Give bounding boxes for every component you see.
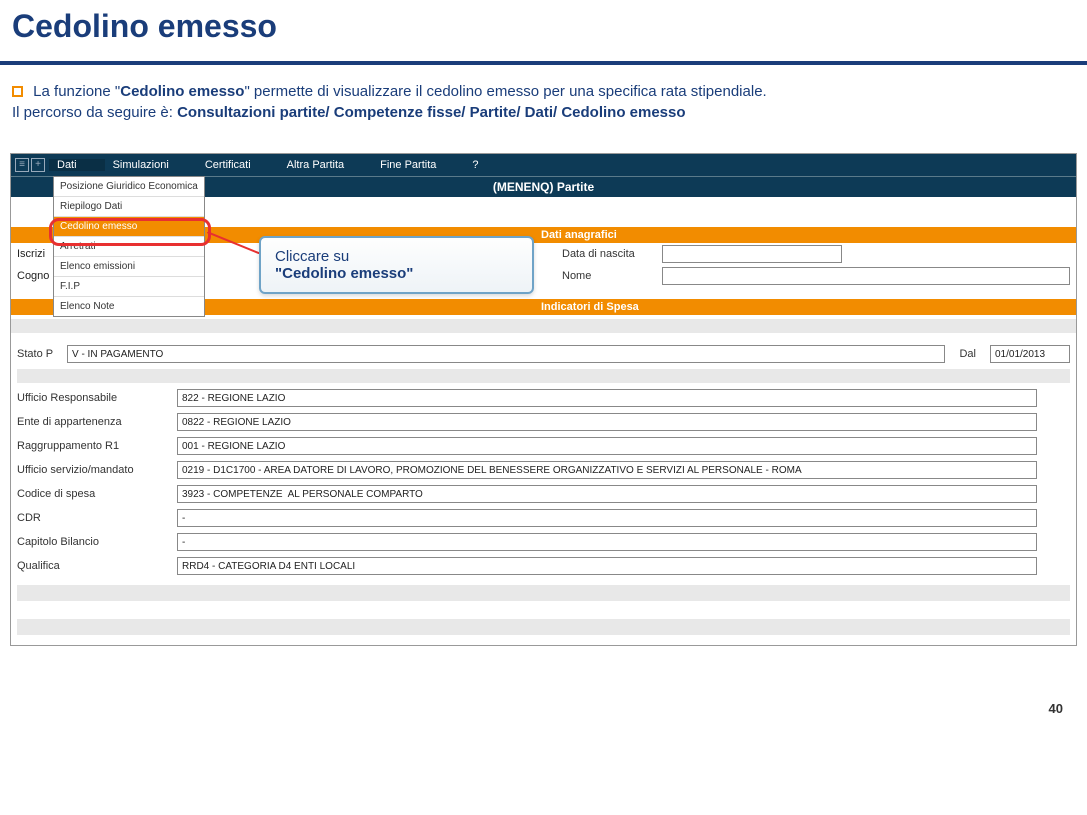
- sys-icon[interactable]: ≡: [15, 158, 29, 172]
- field-uff-serv[interactable]: [177, 461, 1037, 479]
- menu-simulazioni[interactable]: Simulazioni: [105, 159, 197, 171]
- dropdown-item[interactable]: F.I.P: [54, 277, 204, 297]
- grey-strip: [17, 369, 1070, 383]
- label-cdr: CDR: [17, 512, 167, 524]
- dropdown-item[interactable]: Posizione Giuridico Economica: [54, 177, 204, 197]
- dati-dropdown: Posizione Giuridico Economica Riepilogo …: [53, 176, 205, 317]
- field-dal[interactable]: [990, 345, 1070, 363]
- menu-altra-partita[interactable]: Altra Partita: [279, 159, 372, 171]
- page-title: Cedolino emesso: [0, 0, 1087, 51]
- form-area: Stato P Dal Ufficio Responsabile Ente di…: [11, 335, 1076, 645]
- label-nome: Nome: [562, 270, 652, 282]
- row-qualifica: Qualifica: [17, 557, 1070, 575]
- callout-line2: "Cedolino emesso": [275, 265, 413, 282]
- field-nome[interactable]: [662, 267, 1070, 285]
- row-cap: Capitolo Bilancio: [17, 533, 1070, 551]
- grey-strip: [11, 319, 1076, 333]
- label-qualifica: Qualifica: [17, 560, 167, 572]
- app-screenshot: ≡ + Dati Simulazioni Certificati Altra P…: [10, 153, 1077, 646]
- dropdown-item-cedolino-emesso[interactable]: Cedolino emesso: [54, 217, 204, 237]
- field-uff-resp[interactable]: [177, 389, 1037, 407]
- menu-help[interactable]: ?: [464, 159, 506, 171]
- intro-term: Cedolino emesso: [120, 83, 244, 100]
- row-uff-serv: Ufficio servizio/mandato: [17, 461, 1070, 479]
- dropdown-item[interactable]: Elenco Note: [54, 297, 204, 316]
- menubar: ≡ + Dati Simulazioni Certificati Altra P…: [11, 154, 1076, 176]
- field-cdr[interactable]: [177, 509, 1037, 527]
- row-ente: Ente di appartenenza: [17, 413, 1070, 431]
- row-stato-partita: Stato P Dal: [17, 345, 1070, 363]
- row-cod-spesa: Codice di spesa: [17, 485, 1070, 503]
- callout-box: Cliccare su "Cedolino emesso": [259, 236, 534, 294]
- callout-line1: Cliccare su: [275, 248, 349, 265]
- intro-text: La funzione "Cedolino emesso" permette d…: [0, 81, 1087, 153]
- title-underline: [0, 61, 1087, 65]
- field-cap[interactable]: [177, 533, 1037, 551]
- grey-strip: [17, 619, 1070, 635]
- dropdown-item[interactable]: Elenco emissioni: [54, 257, 204, 277]
- row-uff-resp: Ufficio Responsabile: [17, 389, 1070, 407]
- menu-fine-partita[interactable]: Fine Partita: [372, 159, 464, 171]
- field-data-nascita[interactable]: [662, 245, 842, 263]
- menu-certificati[interactable]: Certificati: [197, 159, 279, 171]
- sys-icon[interactable]: +: [31, 158, 45, 172]
- field-qualifica[interactable]: [177, 557, 1037, 575]
- label-dal: Dal: [955, 348, 980, 360]
- label-ragg: Raggruppamento R1: [17, 440, 167, 452]
- field-stato-p[interactable]: [67, 345, 945, 363]
- row-cdr: CDR: [17, 509, 1070, 527]
- intro-prefix: La funzione ": [33, 83, 120, 100]
- label-stato-p: Stato P: [17, 348, 57, 360]
- row-ragg: Raggruppamento R1: [17, 437, 1070, 455]
- label-data-nascita: Data di nascita: [562, 248, 652, 260]
- dropdown-item[interactable]: Arretrati: [54, 237, 204, 257]
- label-uff-resp: Ufficio Responsabile: [17, 392, 167, 404]
- page-number: 40: [1049, 701, 1063, 716]
- window-controls[interactable]: ≡ +: [11, 158, 49, 172]
- menu-dati[interactable]: Dati: [49, 159, 105, 171]
- intro-path: Consultazioni partite/ Competenze fisse/…: [177, 104, 685, 121]
- field-cod-spesa[interactable]: [177, 485, 1037, 503]
- label-uff-serv: Ufficio servizio/mandato: [17, 464, 167, 476]
- field-ente[interactable]: [177, 413, 1037, 431]
- intro-suffix: " permette di visualizzare il cedolino e…: [244, 83, 766, 100]
- field-ragg[interactable]: [177, 437, 1037, 455]
- grey-strip: [17, 585, 1070, 601]
- label-cod-spesa: Codice di spesa: [17, 488, 167, 500]
- intro-path-prefix: Il percorso da seguire è:: [12, 104, 177, 121]
- label-ente: Ente di appartenenza: [17, 416, 167, 428]
- dropdown-item[interactable]: Riepilogo Dati: [54, 197, 204, 217]
- bullet-icon: [12, 86, 23, 97]
- label-cap: Capitolo Bilancio: [17, 536, 167, 548]
